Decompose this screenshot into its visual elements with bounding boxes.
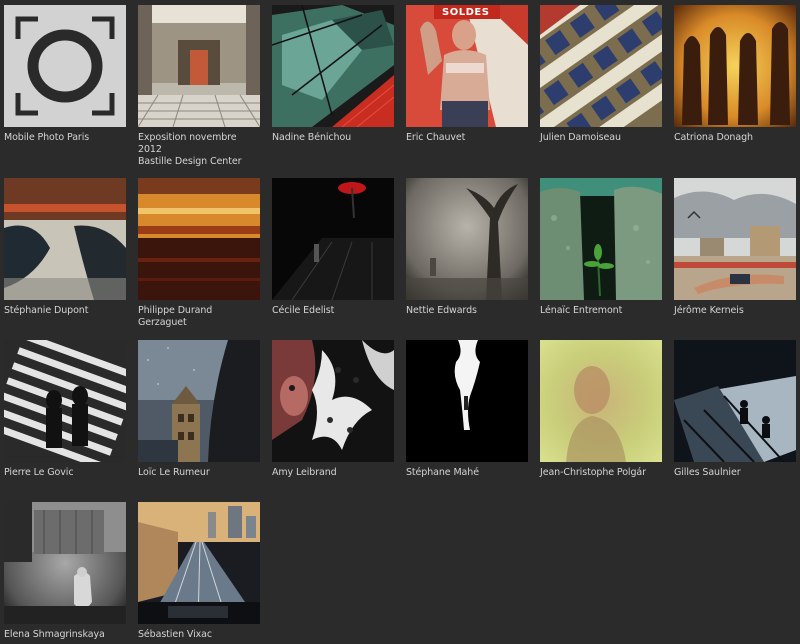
gallery-item-jean-christophe-polgar[interactable]: Jean-Christophe Polgár (540, 340, 662, 479)
item-caption: Mobile Photo Paris (4, 132, 90, 143)
gallery-item-loic-le-rumeur[interactable]: Loïc Le Rumeur (138, 340, 260, 479)
gallery-item-nadine-benichou[interactable]: Nadine Bénichou (272, 5, 394, 144)
photo-thumbnail[interactable]: SOLDES (406, 5, 528, 127)
gallery-item-eric-chauvet[interactable]: SOLDES Eric Chauvet (406, 5, 528, 144)
caption-line-1: Exposition novembre 2012 (138, 132, 237, 155)
gallery-item-mobile-photo-paris[interactable]: Mobile Photo Paris (4, 5, 126, 144)
photo-thumbnail[interactable] (406, 340, 528, 462)
photo-thumbnail[interactable] (272, 340, 394, 462)
gallery-item-gilles-saulnier[interactable]: Gilles Saulnier (674, 340, 796, 479)
gallery-item-amy-leibrand[interactable]: Amy Leibrand (272, 340, 394, 479)
gallery-item-elena-shmagrinskaya[interactable]: Elena Shmagrinskaya (4, 502, 126, 641)
photo-thumbnail[interactable] (138, 502, 260, 624)
item-caption: Nadine Bénichou (272, 132, 352, 143)
item-caption: Elena Shmagrinskaya (4, 629, 105, 640)
photo-thumbnail[interactable] (674, 178, 796, 300)
item-caption: Eric Chauvet (406, 132, 466, 143)
item-caption: Gilles Saulnier (674, 467, 741, 478)
photo-thumbnail[interactable] (138, 178, 260, 300)
gallery-item-jerome-kerneis[interactable]: Jérôme Kerneis (674, 178, 796, 317)
item-caption: Loïc Le Rumeur (138, 467, 210, 478)
item-caption: Julien Damoiseau (540, 132, 621, 143)
item-caption: Catriona Donagh (674, 132, 753, 143)
gallery-item-stephane-mahe[interactable]: Stéphane Mahé (406, 340, 528, 479)
photo-thumbnail[interactable] (138, 340, 260, 462)
item-caption: Pierre Le Govic (4, 467, 74, 478)
gallery-item-catriona-donagh[interactable]: Catriona Donagh (674, 5, 796, 144)
gallery-item-nettie-edwards[interactable]: Nettie Edwards (406, 178, 528, 317)
photo-thumbnail[interactable] (4, 502, 126, 624)
gallery-item-stephanie-dupont[interactable]: Stéphanie Dupont (4, 178, 126, 317)
item-caption: Exposition novembre 2012 Bastille Design… (138, 132, 260, 168)
photographer-gallery: Mobile Photo Paris Exposition novembre 2… (0, 0, 800, 644)
gallery-item-cecile-edelist[interactable]: Cécile Edelist (272, 178, 394, 317)
mobile-photo-paris-logo[interactable] (4, 5, 126, 127)
item-caption: Amy Leibrand (272, 467, 337, 478)
item-caption: Jérôme Kerneis (674, 305, 744, 316)
item-caption: Philippe Durand Gerzaguet (138, 305, 213, 328)
gallery-item-sebastien-vixac[interactable]: Sébastien Vixac (138, 502, 260, 641)
item-caption: Nettie Edwards (406, 305, 477, 316)
photo-thumbnail[interactable] (4, 178, 126, 300)
gallery-item-julien-damoiseau[interactable]: Julien Damoiseau (540, 5, 662, 144)
item-caption: Stéphanie Dupont (4, 305, 89, 316)
photo-thumbnail[interactable] (272, 5, 394, 127)
gallery-item-pierre-le-govic[interactable]: Pierre Le Govic (4, 340, 126, 479)
item-caption: Sébastien Vixac (138, 629, 213, 640)
photo-thumbnail[interactable] (674, 5, 796, 127)
item-caption: Lénaïc Entremont (540, 305, 623, 316)
photo-thumbnail[interactable] (540, 5, 662, 127)
caption-line-2: Bastille Design Center (138, 156, 242, 167)
photo-thumbnail[interactable] (406, 178, 528, 300)
gallery-item-lenaic-entremont[interactable]: Lénaïc Entremont (540, 178, 662, 317)
photo-thumbnail[interactable] (540, 178, 662, 300)
photo-thumbnail[interactable] (272, 178, 394, 300)
photo-thumbnail[interactable] (674, 340, 796, 462)
item-caption: Cécile Edelist (272, 305, 335, 316)
photo-thumbnail[interactable] (4, 340, 126, 462)
soldes-sign: SOLDES (442, 7, 490, 18)
item-caption: Stéphane Mahé (406, 467, 479, 478)
gallery-item-philippe-durand-gerzaguet[interactable]: Philippe Durand Gerzaguet (138, 178, 260, 329)
item-caption: Jean-Christophe Polgár (540, 467, 646, 478)
photo-thumbnail[interactable] (540, 340, 662, 462)
exhibition-hall-photo[interactable] (138, 5, 260, 127)
gallery-item-exposition[interactable]: Exposition novembre 2012 Bastille Design… (138, 5, 260, 168)
